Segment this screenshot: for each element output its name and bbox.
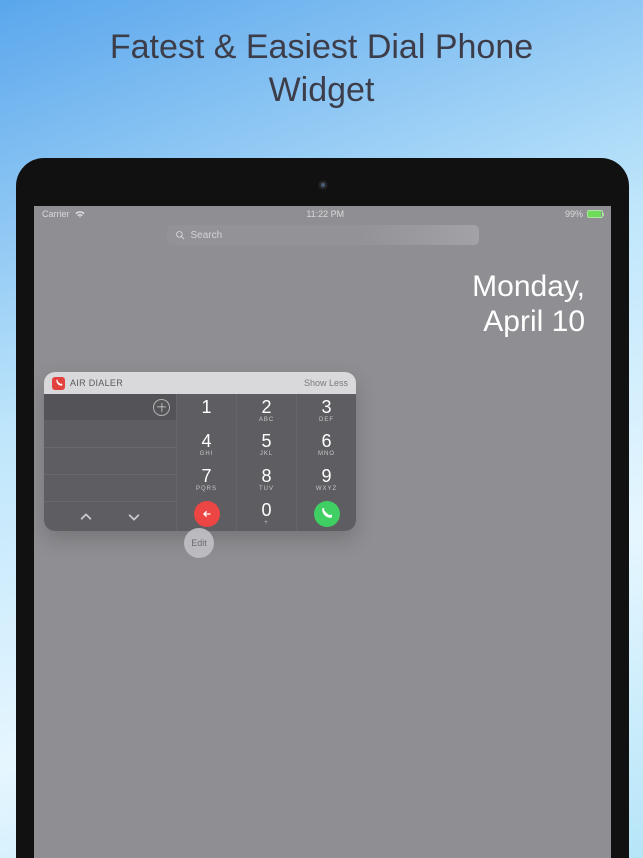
- key-9[interactable]: 9WXYZ: [296, 463, 356, 497]
- phone-icon: [320, 507, 333, 520]
- key-1[interactable]: 1: [176, 394, 236, 428]
- date-line2: April 10: [472, 305, 585, 340]
- battery-icon: [587, 210, 603, 218]
- key-4[interactable]: 4GHI: [176, 428, 236, 462]
- status-left: Carrier: [42, 209, 86, 219]
- recent-row-1[interactable]: [44, 421, 176, 448]
- page: Fatest & Easiest Dial Phone Widget Carri…: [0, 0, 643, 858]
- call-circle: [314, 501, 340, 527]
- search-highlight: [359, 225, 479, 245]
- edit-label: Edit: [191, 538, 207, 548]
- search-input[interactable]: Search: [167, 225, 479, 245]
- add-contact-icon[interactable]: [153, 399, 170, 416]
- widget-header-left: AIR DIALER: [52, 377, 123, 390]
- search-icon: [175, 230, 185, 240]
- delete-button[interactable]: [176, 497, 236, 531]
- widget-header: AIR DIALER Show Less: [44, 372, 356, 394]
- key-6[interactable]: 6MNO: [296, 428, 356, 462]
- carrier-label: Carrier: [42, 209, 70, 219]
- lockscreen-date: Monday, April 10: [472, 270, 585, 339]
- widget-left-column: [44, 394, 176, 531]
- key-8[interactable]: 8TUV: [236, 463, 296, 497]
- hero-line1: Fatest & Easiest Dial Phone: [110, 28, 533, 66]
- key-3[interactable]: 3DEF: [296, 394, 356, 428]
- chevron-up-icon[interactable]: [79, 510, 93, 524]
- key-2[interactable]: 2ABC: [236, 394, 296, 428]
- search-placeholder: Search: [191, 230, 223, 241]
- status-bar: Carrier 11:22 PM 99%: [34, 206, 611, 219]
- search-row: Search: [34, 225, 611, 245]
- dialer-widget: AIR DIALER Show Less: [44, 372, 356, 531]
- hero-title: Fatest & Easiest Dial Phone Widget: [0, 0, 643, 111]
- tablet-screen: Carrier 11:22 PM 99%: [34, 206, 611, 858]
- app-icon: [52, 377, 65, 390]
- call-button[interactable]: [296, 497, 356, 531]
- show-less-button[interactable]: Show Less: [304, 378, 348, 388]
- recent-row-3[interactable]: [44, 475, 176, 502]
- number-entry-row[interactable]: [44, 394, 176, 421]
- key-7[interactable]: 7PQRS: [176, 463, 236, 497]
- edit-button[interactable]: Edit: [184, 528, 214, 558]
- delete-circle: [194, 501, 220, 527]
- phone-icon: [55, 379, 63, 387]
- scroll-arrows: [44, 502, 176, 531]
- key-0[interactable]: 0+: [236, 497, 296, 531]
- key-5[interactable]: 5JKL: [236, 428, 296, 462]
- arrow-left-icon: [201, 508, 213, 520]
- hero-line2: Widget: [269, 71, 375, 109]
- status-time: 11:22 PM: [306, 209, 344, 219]
- chevron-down-icon[interactable]: [127, 510, 141, 524]
- status-right: 99%: [565, 209, 603, 219]
- camera-dot: [318, 180, 328, 190]
- battery-pct: 99%: [565, 209, 583, 219]
- date-line1: Monday,: [472, 270, 585, 305]
- widget-body: 1 2ABC 3DEF 4GHI 5JKL 6MNO 7PQRS 8TUV 9W…: [44, 394, 356, 531]
- tablet-frame: Carrier 11:22 PM 99%: [16, 158, 629, 858]
- wifi-icon: [74, 210, 86, 219]
- recent-row-2[interactable]: [44, 448, 176, 475]
- widget-title: AIR DIALER: [70, 378, 123, 388]
- keypad: 1 2ABC 3DEF 4GHI 5JKL 6MNO 7PQRS 8TUV 9W…: [176, 394, 356, 531]
